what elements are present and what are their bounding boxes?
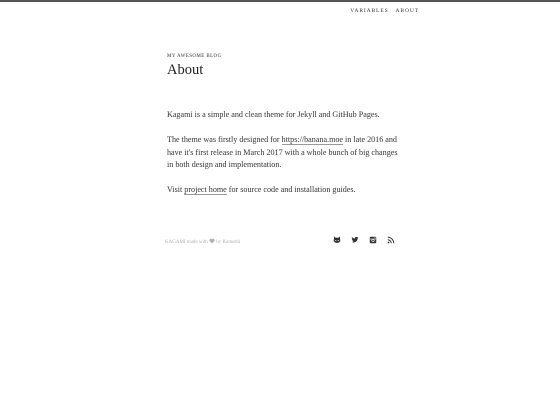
- nav-link-about[interactable]: ABOUT: [396, 8, 419, 14]
- blog-name[interactable]: MY AWESOME BLOG: [167, 54, 222, 59]
- paragraph-history: The theme was firstly designed for https…: [167, 134, 399, 171]
- top-nav: VARIABLES ABOUT: [350, 8, 419, 14]
- footer-credit-start: KAGAMI made with: [165, 240, 210, 245]
- paragraph-intro: Kagami is a simple and clean theme for J…: [167, 110, 380, 119]
- paragraph-visit-text-start: Visit: [167, 185, 185, 195]
- nav-link-variables[interactable]: VARIABLES: [350, 8, 388, 14]
- paragraph-history-text-start: The theme was firstly designed for: [167, 135, 282, 145]
- instagram-icon[interactable]: [369, 236, 377, 244]
- rss-icon[interactable]: [387, 236, 395, 244]
- twitter-icon[interactable]: [351, 236, 359, 244]
- page-footer: KAGAMI made with by Kameshi: [165, 236, 397, 248]
- paragraph-visit-text-end: for source code and installation guides.: [226, 185, 356, 195]
- page-title: About: [167, 62, 204, 78]
- top-border: [0, 0, 560, 2]
- paragraph-visit: Visit project home for source code and i…: [167, 184, 399, 196]
- social-links: [333, 236, 395, 244]
- github-icon[interactable]: [333, 236, 341, 244]
- banana-moe-link[interactable]: https://banana.moe: [281, 135, 344, 146]
- post-content: Kagami is a simple and clean theme for J…: [167, 109, 399, 209]
- footer-credit: KAGAMI made with by Kameshi: [165, 238, 240, 246]
- page-header: MY AWESOME BLOG About: [167, 54, 222, 79]
- footer-credit-end: by Kameshi: [215, 240, 241, 245]
- project-home-link[interactable]: project home: [184, 185, 227, 196]
